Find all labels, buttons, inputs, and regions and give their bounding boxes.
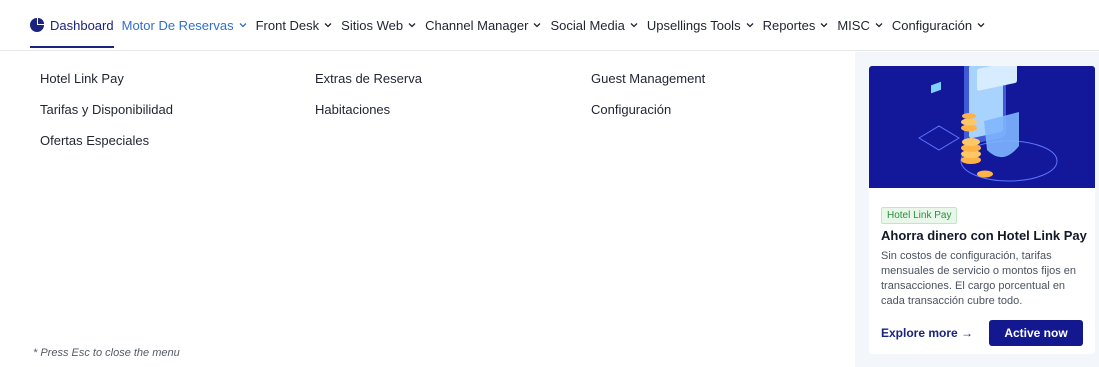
- chevron-down-icon: [533, 23, 541, 28]
- nav-reportes-label: Reportes: [762, 17, 816, 33]
- nav-sitios-web-label: Sitios Web: [341, 17, 404, 33]
- promo-sidebar: Hotel Link Pay Ahorra dinero con Hotel L…: [855, 52, 1099, 367]
- chevron-down-icon: [239, 23, 247, 28]
- dashboard-icon: [30, 18, 44, 32]
- promo-card: Hotel Link Pay Ahorra dinero con Hotel L…: [869, 66, 1095, 354]
- nav-front-desk[interactable]: Front Desk: [256, 0, 334, 51]
- nav-upsellings-tools-label: Upsellings Tools: [646, 17, 741, 33]
- promo-badge: Hotel Link Pay: [881, 207, 958, 224]
- nav-social-media[interactable]: Social Media: [550, 0, 638, 51]
- menu-link-extras-de-reserva[interactable]: Extras de Reserva: [315, 72, 422, 103]
- chevron-down-icon: [820, 23, 828, 28]
- menu-link-hotel-link-pay[interactable]: Hotel Link Pay: [40, 72, 173, 103]
- nav-motor-de-reservas[interactable]: Motor De Reservas: [122, 0, 248, 51]
- nav-configuracion[interactable]: Configuración: [892, 0, 986, 51]
- menu-link-guest-management[interactable]: Guest Management: [591, 72, 705, 103]
- payment-illustration-icon: [918, 66, 1058, 182]
- menu-column-3: Guest Management Configuración: [591, 72, 705, 134]
- menu-link-habitaciones[interactable]: Habitaciones: [315, 103, 422, 134]
- promo-banner: [869, 66, 1095, 188]
- menu-link-ofertas-especiales[interactable]: Ofertas Especiales: [40, 134, 173, 165]
- nav-social-media-label: Social Media: [550, 17, 625, 33]
- nav-sitios-web[interactable]: Sitios Web: [341, 0, 417, 51]
- chevron-down-icon: [746, 23, 754, 28]
- menu-link-configuracion[interactable]: Configuración: [591, 103, 705, 134]
- nav-misc[interactable]: MISC: [837, 0, 884, 51]
- nav-upsellings-tools[interactable]: Upsellings Tools: [647, 0, 755, 51]
- nav-dashboard-label: Dashboard: [50, 17, 114, 33]
- chevron-down-icon: [324, 23, 332, 28]
- chevron-down-icon: [408, 23, 416, 28]
- explore-more-link[interactable]: Explore more →: [881, 326, 973, 340]
- nav-motor-de-reservas-label: Motor De Reservas: [121, 17, 234, 33]
- nav-channel-manager-label: Channel Manager: [425, 17, 529, 33]
- menu-column-1: Hotel Link Pay Tarifas y Disponibilidad …: [40, 72, 173, 165]
- chevron-down-icon: [630, 23, 638, 28]
- esc-hint: * Press Esc to close the menu: [33, 347, 180, 359]
- nav-reportes[interactable]: Reportes: [763, 0, 830, 51]
- chevron-down-icon: [977, 23, 985, 28]
- nav-misc-label: MISC: [837, 17, 870, 33]
- menu-column-2: Extras de Reserva Habitaciones: [315, 72, 422, 134]
- chevron-down-icon: [875, 23, 883, 28]
- menu-link-tarifas-disponibilidad[interactable]: Tarifas y Disponibilidad: [40, 103, 173, 134]
- promo-title: Ahorra dinero con Hotel Link Pay: [881, 228, 1087, 243]
- active-now-button[interactable]: Active now: [989, 320, 1083, 346]
- nav-channel-manager[interactable]: Channel Manager: [425, 0, 542, 51]
- nav-configuracion-label: Configuración: [891, 17, 973, 33]
- nav-dashboard[interactable]: Dashboard: [30, 0, 114, 51]
- promo-description: Sin costos de configuración, tarifas men…: [881, 250, 1077, 307]
- nav-front-desk-label: Front Desk: [255, 17, 320, 33]
- top-navigation: Dashboard Motor De Reservas Front Desk S…: [0, 0, 1099, 51]
- mega-menu: Hotel Link Pay Tarifas y Disponibilidad …: [0, 52, 1099, 367]
